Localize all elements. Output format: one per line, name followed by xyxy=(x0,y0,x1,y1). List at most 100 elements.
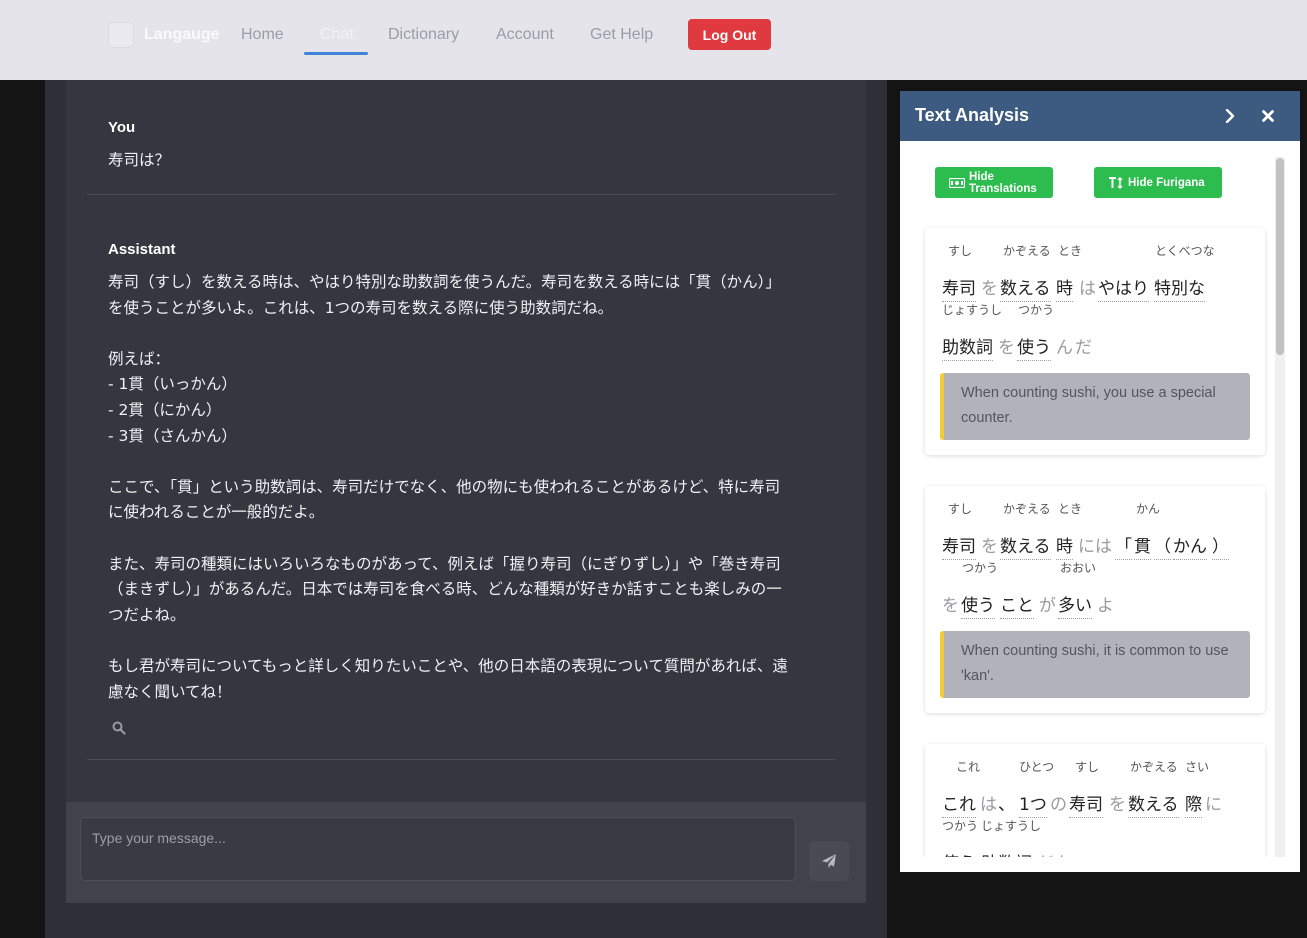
token: 、 xyxy=(998,795,1015,815)
close-icon[interactable] xyxy=(1258,106,1278,126)
furigana: さい xyxy=(1185,760,1210,774)
hide-translations-button[interactable]: Hide Translations xyxy=(935,167,1053,198)
furigana: つかう xyxy=(962,561,999,575)
nav-home[interactable]: Home xyxy=(241,26,284,44)
panel-footer-mask xyxy=(900,857,1300,872)
token-particle: よ xyxy=(1097,596,1114,616)
chevron-right-icon[interactable] xyxy=(1220,106,1240,126)
token[interactable]: （ xyxy=(1154,532,1171,560)
token-particle: だ xyxy=(1075,338,1092,358)
token[interactable]: これ xyxy=(942,790,976,818)
token[interactable]: 時 xyxy=(1056,274,1073,302)
message-divider xyxy=(87,194,835,195)
token-particle: は xyxy=(1079,279,1096,299)
logout-button[interactable]: Log Out xyxy=(688,19,771,50)
nav-get-help[interactable]: Get Help xyxy=(590,26,653,44)
text-analysis-panel: Text Analysis Hide Translations Hide Fur… xyxy=(900,91,1300,872)
message-divider xyxy=(87,759,835,760)
message-text-assistant: 寿司（すし）を数える時は、やはり特別な助数詞を使うんだ。寿司を数える時には「貫（… xyxy=(108,273,788,701)
message-input-area xyxy=(66,802,866,903)
token[interactable]: 数える xyxy=(1000,274,1051,302)
token[interactable]: やはり xyxy=(1098,274,1149,302)
token-particle: を xyxy=(981,537,998,557)
brand[interactable]: Langauge xyxy=(108,22,220,48)
message-author-assistant: Assistant xyxy=(108,241,176,258)
analysis-card: これ ひとつ すし かぞえる さい これ は 、 1つ の 寿司 を 数える 際… xyxy=(925,744,1265,872)
panel-title: Text Analysis xyxy=(915,105,1030,125)
token[interactable]: かん xyxy=(1173,532,1207,560)
message-list[interactable]: You 寿司は？ Assistant 寿司（すし）を数える時は、やはり特別な助数… xyxy=(66,80,866,802)
panel-body[interactable]: Hide Translations Hide Furigana すし かぞえる … xyxy=(900,141,1300,872)
token-particle: ん xyxy=(1056,338,1073,358)
send-icon xyxy=(821,853,837,869)
chat-column: You 寿司は？ Assistant 寿司（すし）を数える時は、やはり特別な助数… xyxy=(45,80,887,938)
search-icon[interactable] xyxy=(112,720,126,735)
token[interactable]: 使う xyxy=(1017,333,1051,361)
token[interactable]: 貫 xyxy=(1134,532,1151,560)
text-height-icon xyxy=(1108,176,1124,189)
furigana: とき xyxy=(1058,502,1083,516)
navbar: Langauge Home Chat Dictionary Account Ge… xyxy=(0,0,1307,80)
furigana: これ xyxy=(956,760,981,774)
furigana: かぞえる xyxy=(1003,502,1051,516)
furigana: ひとつ xyxy=(1019,760,1055,774)
token-particle: に xyxy=(1205,795,1222,815)
token[interactable]: 寿司 xyxy=(942,532,976,560)
token[interactable]: 助数詞 xyxy=(942,333,993,361)
furigana: とくべつな xyxy=(1155,244,1215,258)
token[interactable]: 特別な xyxy=(1154,274,1205,302)
panel-header: Text Analysis xyxy=(900,91,1300,141)
token[interactable]: 1つ xyxy=(1019,790,1047,818)
furigana: とき xyxy=(1058,244,1083,258)
message-author-user: You xyxy=(108,119,136,136)
furigana: じょすうし xyxy=(942,303,1003,317)
token[interactable]: 数える xyxy=(1000,532,1051,560)
brand-name: Langauge xyxy=(144,26,220,43)
furigana: おおい xyxy=(1060,561,1097,575)
token-particle: が xyxy=(1039,596,1056,616)
translation-box: When counting sushi, you use a special c… xyxy=(940,373,1250,440)
token-particle: を xyxy=(981,279,998,299)
furigana: つかう xyxy=(942,819,979,833)
nav-dictionary[interactable]: Dictionary xyxy=(388,26,459,44)
hide-furigana-button[interactable]: Hide Furigana xyxy=(1094,167,1222,198)
token-particle: を xyxy=(1109,795,1126,815)
logo-icon xyxy=(108,22,134,48)
token-particle: を xyxy=(942,596,959,616)
active-tab-indicator xyxy=(304,52,368,55)
token[interactable]: こと xyxy=(1000,591,1034,619)
furigana: かぞえる xyxy=(1130,760,1178,774)
analysis-card: すし かぞえる とき かん 寿司 を 数える 時 には 「 貫 （ かん ） つ… xyxy=(925,486,1265,713)
furigana: じょすうし xyxy=(981,819,1042,833)
hide-translations-label: Hide Translations xyxy=(969,170,1037,195)
furigana: すし xyxy=(948,502,973,516)
token[interactable]: 数える xyxy=(1128,790,1179,818)
token[interactable]: 寿司 xyxy=(1069,790,1103,818)
token[interactable]: 際 xyxy=(1185,790,1202,818)
nav-account[interactable]: Account xyxy=(496,26,554,44)
message-input[interactable] xyxy=(80,817,796,881)
analysis-card: すし かぞえる とき とくべつな 寿司 を 数える 時 は やはり 特別な じょ… xyxy=(925,228,1265,455)
hide-furigana-label: Hide Furigana xyxy=(1128,176,1205,189)
message-text-user: 寿司は？ xyxy=(108,151,171,169)
furigana: かん xyxy=(1136,502,1161,516)
token[interactable]: 「 xyxy=(1115,532,1132,560)
token-particle: を xyxy=(998,338,1015,358)
send-button[interactable] xyxy=(809,841,849,881)
furigana: すし xyxy=(948,244,973,258)
token-particle: には xyxy=(1078,537,1112,557)
money-icon xyxy=(949,177,965,188)
panel-scrollbar-thumb[interactable] xyxy=(1276,158,1284,355)
token[interactable]: 使う xyxy=(961,591,995,619)
token-particle: の xyxy=(1050,795,1067,815)
translation-box: When counting sushi, it is common to use… xyxy=(940,631,1250,698)
token-particle: は xyxy=(980,795,997,815)
nav-chat[interactable]: Chat xyxy=(320,26,354,44)
furigana: つかう xyxy=(1018,303,1055,317)
token[interactable]: 寿司 xyxy=(942,274,976,302)
furigana: かぞえる xyxy=(1003,244,1051,258)
token[interactable]: 時 xyxy=(1056,532,1073,560)
token[interactable]: 多い xyxy=(1058,591,1092,619)
furigana: すし xyxy=(1075,760,1100,774)
token[interactable]: ） xyxy=(1212,532,1229,560)
